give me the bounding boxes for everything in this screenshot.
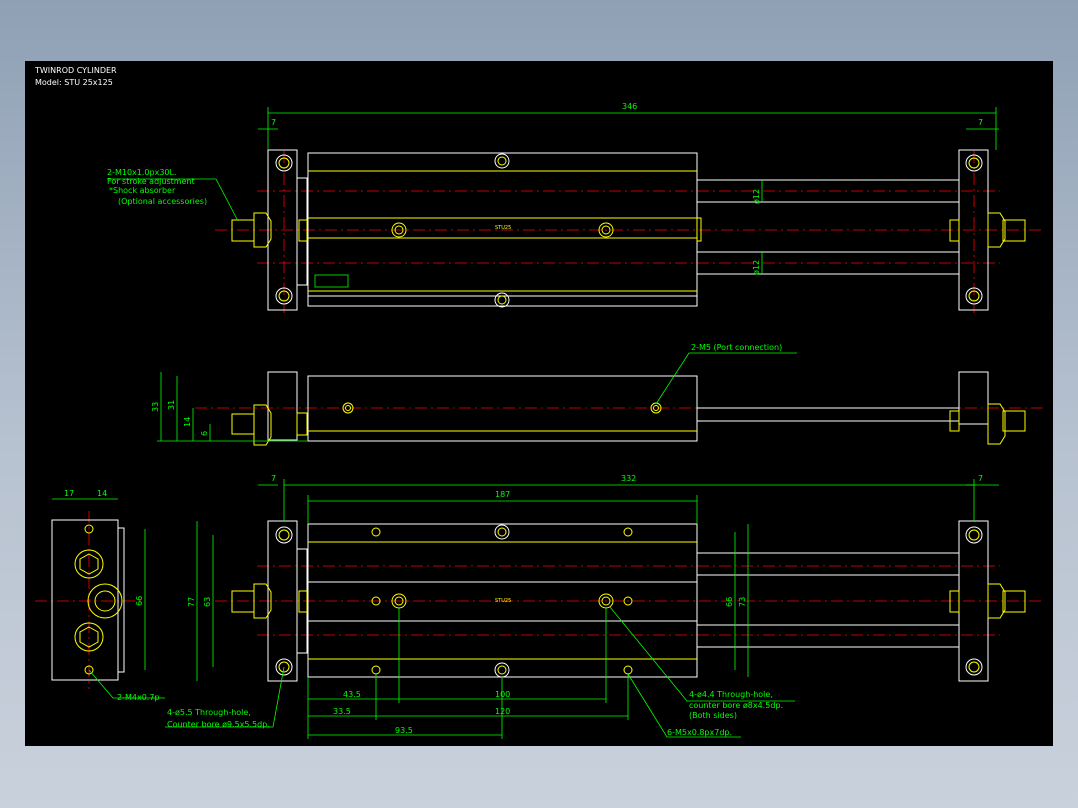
dim-7-left: 7 bbox=[271, 118, 276, 127]
note-stroke-line-3: *Shock absorber bbox=[109, 186, 176, 195]
note-stroke-line-1: 2-M10x1.0px30L. bbox=[107, 168, 177, 177]
dim-66-bot: 66 bbox=[725, 597, 734, 607]
stopper-bolt-left bbox=[231, 219, 255, 242]
note-hole-55-line-2: Counter bore ø9.5x5.5dp. bbox=[167, 720, 270, 729]
rod-side bbox=[696, 407, 960, 422]
rod-bottom-lower bbox=[696, 624, 960, 648]
note-stroke-line-2: For stroke adjustment bbox=[107, 177, 195, 186]
cad-drawing: TWINROD CYLINDER Model: STU 25x125 STU25… bbox=[34, 66, 1043, 739]
dim-73: 73 bbox=[738, 597, 747, 607]
body-hole bbox=[494, 153, 510, 169]
m5-hole bbox=[623, 665, 633, 675]
body-mark: STU25 bbox=[495, 225, 511, 231]
dim-77: 77 bbox=[187, 597, 196, 607]
dim-7-bot-right: 7 bbox=[978, 474, 983, 483]
mount-hole bbox=[275, 526, 293, 544]
nameplate bbox=[314, 274, 349, 288]
right-end-plate-side bbox=[958, 371, 989, 425]
left-end-plate-side bbox=[267, 371, 298, 441]
dim-66-end: 66 bbox=[135, 596, 144, 606]
body-hole bbox=[494, 662, 510, 678]
washer-bottom-right bbox=[949, 590, 960, 613]
dim-7-bot-left: 7 bbox=[271, 474, 276, 483]
dim-6: 6 bbox=[200, 431, 209, 436]
end-plate-edge bbox=[117, 527, 125, 673]
title-line-1: TWINROD CYLINDER bbox=[34, 66, 117, 75]
note-hole-44-line-2: counter bore ø8x4.5dp. bbox=[689, 701, 783, 710]
dim-17: 17 bbox=[64, 489, 74, 498]
dim-33-5: 33.5 bbox=[333, 707, 351, 716]
note-m5: 6-M5x0.8px7dp. bbox=[667, 728, 732, 737]
dim-33: 33 bbox=[151, 402, 160, 412]
note-stroke-line-4: (Optional accessories) bbox=[118, 197, 207, 206]
dim-14-end: 14 bbox=[97, 489, 107, 498]
side-view: 2-M5 (Port connection) 33 31 14 6 bbox=[151, 343, 1043, 446]
bolt-side-left bbox=[231, 413, 255, 435]
bolt-side-right bbox=[1002, 410, 1026, 432]
m5-hole bbox=[371, 665, 381, 675]
dim-346: 346 bbox=[622, 102, 637, 111]
dim-120: 120 bbox=[495, 707, 510, 716]
dim-31: 31 bbox=[167, 400, 176, 410]
body-hole bbox=[494, 524, 510, 540]
dim-43-5: 43.5 bbox=[343, 690, 361, 699]
dim-332: 332 bbox=[621, 474, 636, 483]
note-hole-44-line-3: (Both sides) bbox=[689, 711, 737, 720]
leader bbox=[165, 666, 285, 728]
stopper-washer-right bbox=[949, 219, 960, 242]
bolt-bottom-left bbox=[231, 590, 255, 613]
stopper-bolt-right bbox=[1002, 219, 1026, 242]
top-view: STU25 346 7 7 ø12 ø12 2-M10x1.0px30L. Fo… bbox=[107, 102, 1043, 313]
bottom-view: STU25 7 332 7 187 77 63 66 73 43.5 100 3… bbox=[165, 474, 1043, 739]
title-line-2: Model: STU 25x125 bbox=[35, 78, 113, 87]
leader bbox=[655, 352, 797, 405]
note-m4: 2-M4x0.7p bbox=[117, 693, 160, 702]
body-hole bbox=[494, 292, 510, 308]
stopper-washer-left bbox=[298, 219, 308, 242]
dim-rod-upper: ø12 bbox=[752, 189, 761, 204]
washer-bottom-left bbox=[298, 590, 308, 613]
m5-hole bbox=[623, 527, 633, 537]
dim-63: 63 bbox=[203, 597, 212, 607]
note-hole-55-line-1: 4-ø5.5 Through-hole, bbox=[167, 708, 251, 717]
dim-187: 187 bbox=[495, 490, 510, 499]
note-port: 2-M5 (Port connection) bbox=[691, 343, 782, 352]
body-mark: STU25 bbox=[495, 598, 511, 604]
rod-bottom-upper bbox=[696, 552, 960, 576]
dim-7-right: 7 bbox=[978, 118, 983, 127]
rod-end bbox=[696, 217, 702, 242]
mount-hole bbox=[965, 526, 983, 544]
dim-rod-lower: ø12 bbox=[752, 260, 761, 275]
dim-14: 14 bbox=[183, 417, 192, 427]
end-plate-face bbox=[51, 519, 119, 681]
dim-100: 100 bbox=[495, 690, 510, 699]
dim-93-5: 93.5 bbox=[395, 726, 413, 735]
drawing-canvas: TWINROD CYLINDER Model: STU 25x125 STU25… bbox=[25, 61, 1053, 746]
mount-hole bbox=[965, 658, 983, 676]
nut-side-right bbox=[987, 403, 1006, 445]
end-view: 17 14 66 2-M4x0.7p bbox=[35, 489, 165, 702]
washer-side-left bbox=[296, 412, 308, 436]
m5-hole bbox=[371, 527, 381, 537]
note-hole-44-line-1: 4-ø4.4 Through-hole, bbox=[689, 690, 773, 699]
bolt-bottom-right bbox=[1002, 590, 1026, 613]
